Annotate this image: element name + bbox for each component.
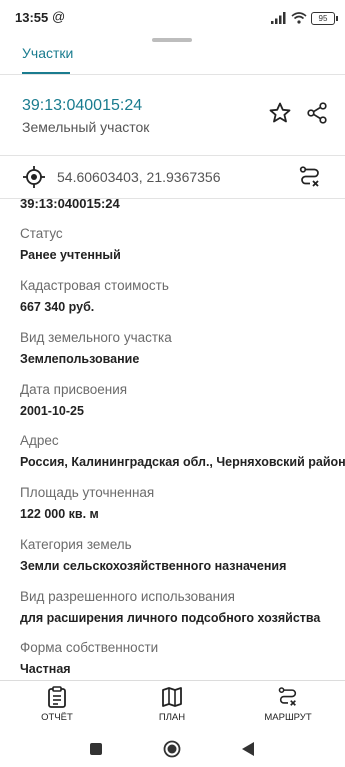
field-label: Вид разрешенного использования	[20, 589, 235, 604]
battery-level: 95	[318, 13, 328, 23]
plot-header: 39:13:040015:24 Земельный участок	[0, 85, 345, 155]
field-ownership: Форма собственности Частная	[20, 640, 340, 677]
signal-icon	[271, 12, 286, 24]
triangle-back-icon	[242, 742, 254, 756]
cadastral-number: 39:13:040015:24	[22, 97, 143, 114]
plot-details[interactable]: 39:13:040015:24 Статус Ранее учтенный Ка…	[0, 197, 345, 680]
field-label: Дата присвоения	[20, 382, 128, 397]
report-icon	[48, 686, 66, 708]
field-label: Адрес	[20, 433, 59, 448]
route-button[interactable]	[296, 163, 324, 191]
map-icon	[162, 687, 182, 707]
battery-icon: 95	[311, 11, 338, 25]
route-icon	[278, 687, 297, 706]
field-value: Земли сельскохозяйственного назначения	[20, 559, 287, 573]
route-icon	[299, 166, 319, 187]
share-icon	[307, 102, 327, 124]
field-land-category: Категория земель Земли сельскохозяйствен…	[20, 537, 340, 574]
status-time: 13:55	[15, 10, 49, 25]
field-value: 667 340 руб.	[20, 300, 95, 314]
coordinates-text[interactable]: 54.60603403, 21.9367356	[57, 169, 221, 185]
field-value: 122 000 кв. м	[20, 507, 99, 521]
system-navigation-bar	[0, 730, 345, 767]
nav-report-label: ОТЧЁТ	[41, 712, 73, 723]
bottom-navigation: ОТЧЁТ ПЛАН МАРШРУТ	[0, 680, 345, 731]
sheet-drag-handle[interactable]	[152, 38, 192, 42]
field-value: Россия, Калининградская обл., Черняховск…	[20, 455, 345, 469]
favorite-button[interactable]	[266, 99, 294, 127]
locate-button[interactable]	[20, 163, 48, 191]
field-area: Площадь уточненная 122 000 кв. м	[20, 485, 340, 522]
tab-plots[interactable]: Участки	[22, 45, 73, 61]
back-button[interactable]	[238, 739, 258, 759]
wifi-icon	[291, 12, 307, 24]
field-value: Частная	[20, 662, 71, 676]
coordinates-bar: 54.60603403, 21.9367356	[0, 155, 345, 199]
home-button[interactable]	[162, 739, 182, 759]
field-cadastral-value: Кадастровая стоимость 667 340 руб.	[20, 278, 340, 315]
field-label: Статус	[20, 226, 63, 241]
tab-bar: Участки	[0, 34, 345, 75]
active-tab-indicator	[22, 72, 70, 74]
nav-report[interactable]: ОТЧЁТ	[17, 685, 97, 723]
star-icon	[269, 102, 291, 123]
status-icons: 95	[271, 11, 338, 25]
field-value: Землепользование	[20, 352, 140, 366]
square-icon	[90, 743, 102, 755]
field-label: Площадь уточненная	[20, 485, 155, 500]
field-label: Форма собственности	[20, 640, 159, 655]
field-land-type: Вид земельного участка Землепользование	[20, 330, 340, 367]
partial-cadastral-number: 39:13:040015:24	[20, 197, 120, 211]
recents-button[interactable]	[86, 739, 106, 759]
nav-route-label: МАРШРУТ	[264, 712, 312, 723]
field-label: Категория земель	[20, 537, 132, 552]
circle-icon	[163, 740, 181, 758]
nav-plan-label: ПЛАН	[158, 712, 186, 723]
field-value: для расширения личного подсобного хозяйс…	[20, 611, 321, 625]
nav-plan[interactable]: ПЛАН	[132, 685, 212, 723]
share-button[interactable]	[303, 99, 331, 127]
status-bar: 13:55 @ 95	[0, 0, 345, 34]
at-notification-icon: @	[52, 9, 66, 24]
field-assign-date: Дата присвоения 2001-10-25	[20, 382, 340, 419]
field-permitted-use: Вид разрешенного использования для расши…	[20, 589, 340, 626]
field-value: Ранее учтенный	[20, 248, 121, 262]
crosshair-icon	[23, 166, 45, 188]
field-value: 2001-10-25	[20, 404, 84, 418]
object-type: Земельный участок	[22, 119, 150, 135]
field-address: Адрес Россия, Калининградская обл., Черн…	[20, 433, 345, 470]
field-label: Вид земельного участка	[20, 330, 172, 345]
field-label: Кадастровая стоимость	[20, 278, 169, 293]
field-status: Статус Ранее учтенный	[20, 226, 340, 263]
nav-route[interactable]: МАРШРУТ	[248, 685, 328, 723]
